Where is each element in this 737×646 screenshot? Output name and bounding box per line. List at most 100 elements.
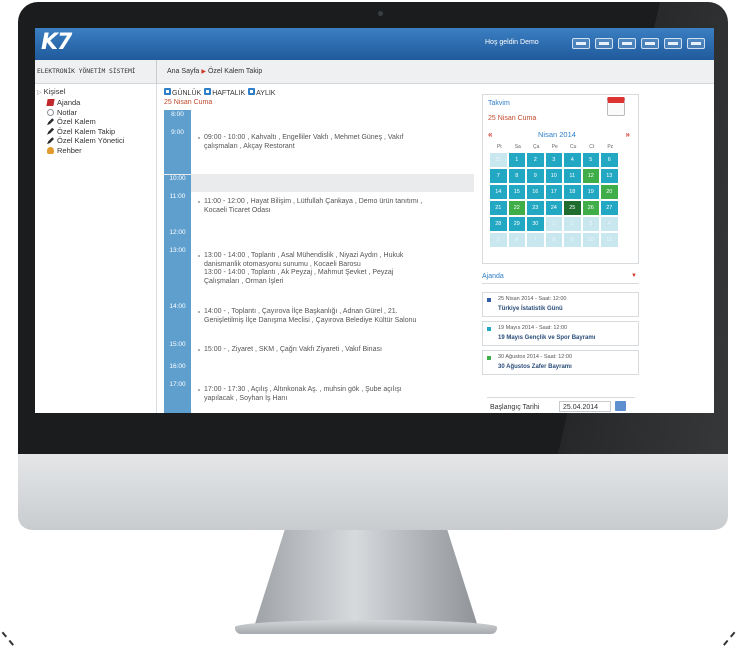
grid-icon[interactable] xyxy=(595,38,613,49)
sidebar-item[interactable]: Özel Kalem Takip xyxy=(35,127,156,137)
hour-label: 12:00 xyxy=(169,229,186,236)
calendar-day[interactable]: 9 xyxy=(564,233,581,247)
sidebar-item[interactable]: Rehber xyxy=(35,146,156,156)
calendar-day[interactable]: 30 xyxy=(527,217,544,231)
calendar-day[interactable]: 4 xyxy=(564,153,581,167)
event-line: Kocaeli Ticaret Odası xyxy=(204,206,271,214)
calendar-day[interactable]: 1 xyxy=(508,153,525,167)
event-line: çalışmaları , Akçay Restorant xyxy=(204,142,295,150)
calendar-day[interactable]: 6 xyxy=(601,153,618,167)
sidebar-root[interactable]: ▷ Kişisel xyxy=(35,87,156,98)
calendar-day[interactable]: 5 xyxy=(582,153,599,167)
calendar-day[interactable]: 18 xyxy=(564,185,581,199)
table-icon[interactable] xyxy=(618,38,636,49)
logout-icon[interactable] xyxy=(687,38,705,49)
calendar-day[interactable]: 22 xyxy=(508,201,525,215)
calendar-day[interactable]: 21 xyxy=(490,201,507,215)
hour-row: 16:00 xyxy=(164,362,474,380)
calendar-day[interactable]: 6 xyxy=(508,233,525,247)
calendar-day[interactable]: 3 xyxy=(545,153,562,167)
calendar-title: Takvim xyxy=(488,100,510,107)
weekday-label: Cu xyxy=(570,144,577,150)
calendar-day[interactable]: 20 xyxy=(601,185,618,199)
hour-label: 14:00 xyxy=(169,303,186,310)
calendar-day[interactable]: 11 xyxy=(601,233,618,247)
calendar-day[interactable]: 24 xyxy=(545,201,562,215)
sidebar-item[interactable]: Ajanda xyxy=(35,98,156,108)
calendar-day[interactable]: 9 xyxy=(527,169,544,183)
calendar-day[interactable]: 5 xyxy=(490,233,507,247)
camera-dot xyxy=(378,11,383,16)
date-picker-icon[interactable] xyxy=(615,401,626,411)
weekday-label: Ct xyxy=(589,144,595,150)
hour-row: 13:00 13:00 - 14:00 , Toplantı , Asal Müh… xyxy=(164,246,474,302)
page-body: ▷ Kişisel Ajanda Notlar Özel Kalem Özel Kale… xyxy=(35,84,714,413)
calendar-icon[interactable] xyxy=(641,38,659,49)
calendar-day[interactable]: 8 xyxy=(508,169,525,183)
prev-month-button[interactable]: « xyxy=(488,130,492,139)
calendar-day[interactable]: 29 xyxy=(508,217,525,231)
users-icon[interactable] xyxy=(664,38,682,49)
sidebar-item[interactable]: Notlar xyxy=(35,108,156,118)
calendar-day[interactable]: 10 xyxy=(545,169,562,183)
calendar-day[interactable]: 25 xyxy=(564,201,581,215)
calendar-day[interactable]: 13 xyxy=(601,169,618,183)
calendar-day[interactable]: 26 xyxy=(582,201,599,215)
agenda-item[interactable]: 19 Mayıs 2014 - Saat: 12:00 19 Mayıs Genç… xyxy=(482,321,639,346)
agenda-marker-icon xyxy=(487,298,491,302)
calendar-day[interactable]: 2 xyxy=(527,153,544,167)
sidebar-item-label: Özel Kalem Yönetici xyxy=(57,136,125,145)
calendar-day[interactable]: 15 xyxy=(508,185,525,199)
calendar-day[interactable]: 10 xyxy=(582,233,599,247)
calendar-day[interactable]: 14 xyxy=(490,185,507,199)
agenda-item[interactable]: 25 Nisan 2014 - Saat: 12:00 Türkiye İstat… xyxy=(482,292,639,317)
hour-row: 10:00 xyxy=(164,174,474,193)
sidebar-item-label: Ajanda xyxy=(57,98,81,107)
sidebar-item[interactable]: Özel Kalem xyxy=(35,117,156,127)
event-entry[interactable]: 11:00 - 12:00 , Hayat Bilişim , Lütfulla… xyxy=(198,198,466,215)
monitor-scene: K7 Hoş geldin Demo ELEKTRONİK YÖNETİM Sİ… xyxy=(0,0,737,646)
sidebar: ▷ Kişisel Ajanda Notlar Özel Kalem Özel Kale… xyxy=(35,84,157,413)
calendar-day[interactable]: 19 xyxy=(582,185,599,199)
hour-row: 17:00 17:00 - 17:30 , Açılış , Altınkonak… xyxy=(164,380,474,413)
calendar-day[interactable]: 23 xyxy=(527,201,544,215)
next-month-button[interactable]: » xyxy=(626,130,630,139)
calendar-day[interactable]: 27 xyxy=(601,201,618,215)
event-line: 11:00 - 12:00 , Hayat Bilişim , Lütfulla… xyxy=(204,198,423,205)
calendar-day[interactable]: 11 xyxy=(564,169,581,183)
calendar-day[interactable]: 1 xyxy=(545,217,562,231)
event-entry[interactable]: 13:00 - 14:00 , Toplantı , Asal Mühendis… xyxy=(198,252,466,286)
view-tab[interactable]: AYLIK xyxy=(248,88,275,97)
calendar-day[interactable]: 7 xyxy=(490,169,507,183)
view-tab[interactable]: HAFTALIK xyxy=(204,88,245,97)
calendar-day[interactable]: 3 xyxy=(582,217,599,231)
breadcrumb: Ana Sayfa ▶ Özel Kalem Takip xyxy=(157,60,262,83)
hour-row: 9:00 09:00 - 10:00 , Kahvaltı , Engellile… xyxy=(164,128,474,174)
agenda-item[interactable]: 30 Ağustos 2014 - Saat: 12:00 30 Ağustos … xyxy=(482,350,639,375)
calendar-day[interactable]: 2 xyxy=(564,217,581,231)
sidebar-item[interactable]: Özel Kalem Yönetici xyxy=(35,136,156,146)
list-icon[interactable] xyxy=(572,38,590,49)
event-entry[interactable]: 17:00 - 17:30 , Açılış , Altınkonak Aş. … xyxy=(198,386,466,403)
breadcrumb-home[interactable]: Ana Sayfa xyxy=(167,68,199,75)
start-date-input[interactable]: 25.04.2014 xyxy=(559,401,611,412)
calendar-day[interactable]: 31 xyxy=(490,153,507,167)
calendar-day[interactable]: 4 xyxy=(601,217,618,231)
calendar-day[interactable]: 7 xyxy=(527,233,544,247)
calendar-day[interactable]: 28 xyxy=(490,217,507,231)
event-entry[interactable]: 09:00 - 10:00 , Kahvaltı , Engelliler Va… xyxy=(198,134,466,151)
event-entry[interactable]: 15:00 - , Ziyaret , SKM , Çağrı Vakfı Zi… xyxy=(198,346,466,355)
calendar-day[interactable]: 12 xyxy=(582,169,599,183)
event-line: Çalışmaları , Orman İşleri xyxy=(204,277,284,285)
calendar-day[interactable]: 16 xyxy=(527,185,544,199)
chevron-down-icon[interactable]: ▼ xyxy=(631,273,637,279)
calendar-day[interactable]: 8 xyxy=(545,233,562,247)
app-logo[interactable]: K7 xyxy=(41,30,72,55)
view-tab[interactable]: GÜNLÜK xyxy=(164,88,201,97)
calendar-grid: 31 1 2 3 4 5 6 7 8 9 10 11 12 13 14 15 16 17 18 19 20 21 22 23 2… xyxy=(490,153,618,247)
calendar-day[interactable]: 17 xyxy=(545,185,562,199)
event-entry[interactable]: 14:00 - , Toplantı , Çayırova İlçe Başka… xyxy=(198,308,466,325)
hour-label: 11:00 xyxy=(169,193,186,200)
hour-row: 15:00 15:00 - , Ziyaret , SKM , Çağrı Vak… xyxy=(164,340,474,362)
weekday-label: Pe xyxy=(551,144,558,150)
